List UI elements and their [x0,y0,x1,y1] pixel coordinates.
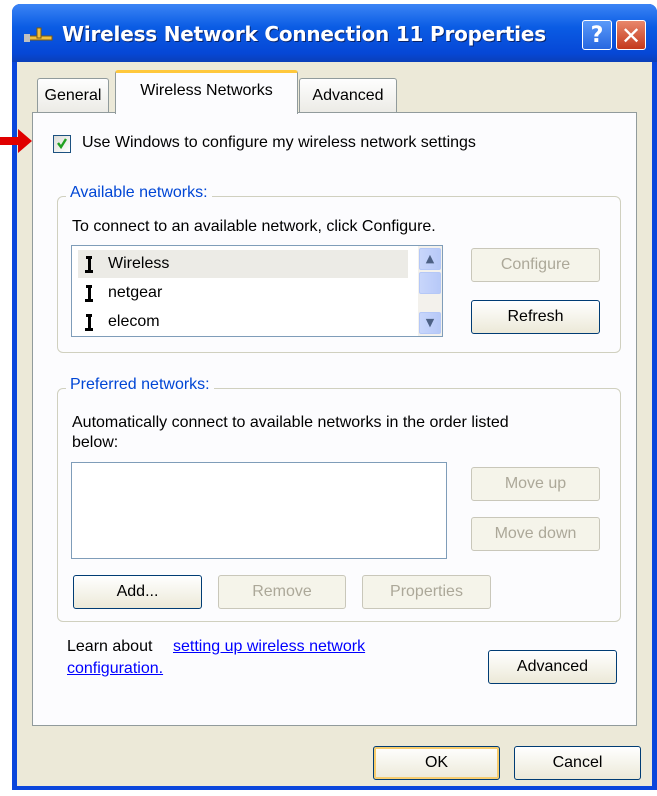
scroll-down-button[interactable]: ▼ [419,312,441,334]
ok-button[interactable]: OK [373,746,500,780]
network-name: elecom [108,313,160,330]
move-up-button[interactable]: Move up [471,467,600,501]
network-connection-icon [24,27,53,42]
refresh-button[interactable]: Refresh [471,300,600,334]
vertical-scrollbar[interactable]: ▲ ▼ [418,246,442,336]
setup-link-continued[interactable]: configuration. [67,660,163,678]
access-point-icon [85,284,93,302]
properties-button[interactable]: Properties [362,575,491,609]
access-point-icon [85,313,93,331]
available-networks-instruction: To connect to an available network, clic… [72,218,436,235]
red-arrow-icon [0,129,32,153]
preferred-networks-legend: Preferred networks: [66,376,214,394]
setup-link[interactable]: setting up wireless network [173,638,365,656]
network-name: Wireless [108,255,170,272]
available-networks-list[interactable]: Wireless netgear elecom ▲ ▼ [71,245,443,337]
title-bar[interactable]: Wireless Network Connection 11 Propertie… [12,4,657,62]
help-button[interactable]: ? [582,20,612,50]
preferred-networks-list[interactable] [71,462,447,559]
remove-button[interactable]: Remove [218,575,346,609]
tab-wireless-networks[interactable]: Wireless Networks [115,70,298,114]
cancel-button[interactable]: Cancel [514,746,641,780]
access-point-icon [85,255,93,273]
available-networks-legend: Available networks: [66,184,212,202]
preferred-networks-instruction: Automatically connect to available netwo… [72,414,509,431]
close-button[interactable]: ✕ [616,20,646,50]
use-windows-label[interactable]: Use Windows to configure my wireless net… [82,134,476,152]
preferred-networks-instruction-2: below: [72,434,119,451]
move-down-button[interactable]: Move down [471,517,600,551]
tab-general[interactable]: General [37,78,109,112]
list-item[interactable]: netgear [78,279,162,307]
checkmark-icon [57,138,67,149]
learn-about-label: Learn about [67,638,153,655]
configure-button[interactable]: Configure [471,248,600,282]
scroll-thumb[interactable] [419,272,441,294]
advanced-button[interactable]: Advanced [488,650,617,684]
list-item[interactable]: Wireless [78,250,408,278]
tab-advanced[interactable]: Advanced [299,78,397,112]
scroll-up-button[interactable]: ▲ [419,248,441,270]
network-name: netgear [108,284,163,301]
list-item[interactable]: elecom [78,308,160,336]
add-button[interactable]: Add... [73,575,202,609]
window-title: Wireless Network Connection 11 Propertie… [62,22,546,46]
use-windows-checkbox[interactable] [53,135,71,153]
